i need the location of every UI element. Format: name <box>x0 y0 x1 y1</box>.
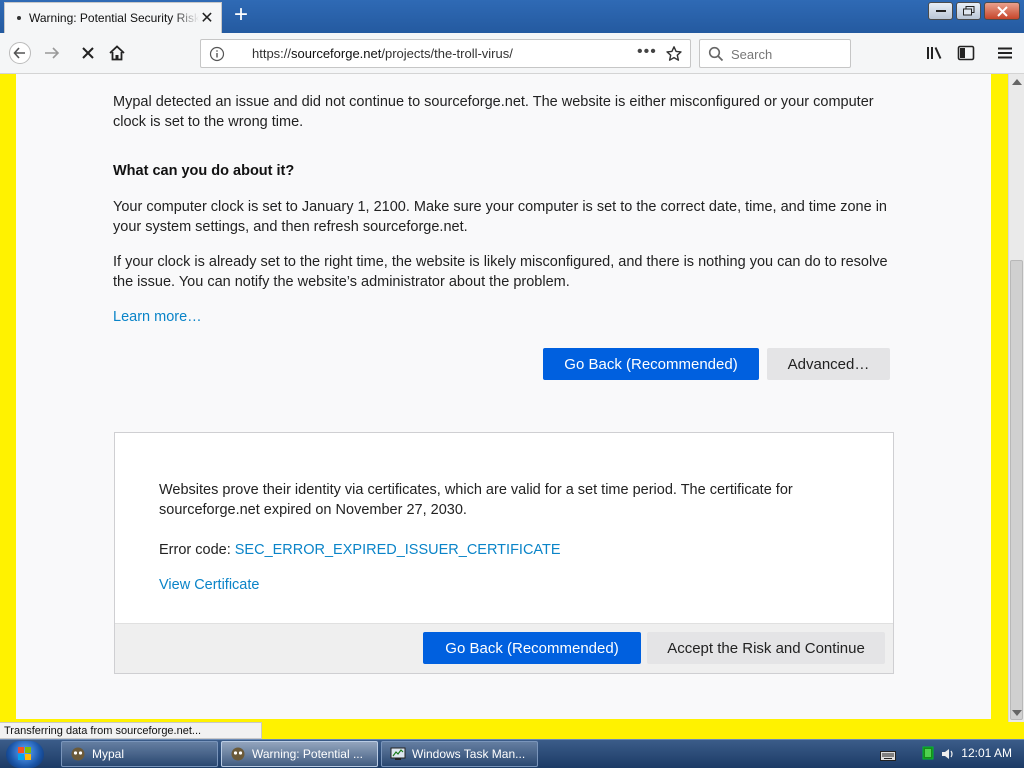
stop-icon[interactable] <box>76 41 100 65</box>
library-icon[interactable] <box>922 41 946 65</box>
error-code-label: Error code: <box>159 542 235 558</box>
info-icon[interactable] <box>209 46 225 62</box>
advanced-panel-footer: Go Back (Recommended) Accept the Risk an… <box>115 623 893 673</box>
back-icon[interactable] <box>8 41 32 65</box>
home-icon[interactable] <box>105 41 129 65</box>
advanced-panel: Websites prove their identity via certif… <box>114 432 894 674</box>
learn-more-link[interactable]: Learn more… <box>113 309 202 325</box>
intro-text: Mypal detected an issue and did not cont… <box>113 94 874 130</box>
status-bar: Transferring data from sourceforge.net..… <box>0 722 262 739</box>
taskbar-item-mypal[interactable]: Mypal <box>61 741 218 767</box>
start-button[interactable] <box>6 741 44 768</box>
highlight-border-status <box>262 722 1024 739</box>
sidebar-icon[interactable] <box>954 41 978 65</box>
hamburger-menu-icon[interactable] <box>993 41 1017 65</box>
scroll-down-icon[interactable] <box>1012 710 1022 716</box>
url-path: /projects/the-troll-virus/ <box>381 46 513 61</box>
view-certificate-link[interactable]: View Certificate <box>159 577 259 593</box>
go-back-button-panel[interactable]: Go Back (Recommended) <box>423 632 641 664</box>
section-heading: What can you do about it? <box>113 163 295 179</box>
window-controls <box>928 2 1020 20</box>
taskbar-item-label: Warning: Potential ... <box>252 747 363 761</box>
new-tab-icon[interactable]: + <box>229 3 253 28</box>
tab-title: Warning: Potential Security Risk Ahead <box>29 11 199 25</box>
taskbar-item-warning[interactable]: Warning: Potential ... <box>221 741 378 767</box>
minimize-icon[interactable] <box>928 2 953 20</box>
url-bar[interactable]: https://sourceforge.net/projects/the-tro… <box>200 39 691 68</box>
scrollbar-thumb[interactable] <box>1010 260 1023 720</box>
loading-dot-icon <box>17 16 21 20</box>
tab-strip: Warning: Potential Security Risk Ahead ✕… <box>0 0 1024 33</box>
highlight-border-left <box>0 74 16 722</box>
tab-security-warning[interactable]: Warning: Potential Security Risk Ahead ✕ <box>4 2 222 33</box>
taskbar-item-label: Mypal <box>92 747 125 761</box>
url-host: sourceforge.net <box>291 46 382 61</box>
highlight-border-right <box>991 74 1008 722</box>
bookmark-star-icon[interactable] <box>665 45 683 63</box>
task-manager-icon <box>390 746 406 762</box>
maximize-icon[interactable] <box>956 2 981 20</box>
page-content: Mypal detected an issue and did not cont… <box>0 74 1008 722</box>
forward-icon[interactable] <box>40 41 64 65</box>
url-prefix: https:// <box>252 46 292 61</box>
vertical-scrollbar[interactable] <box>1008 74 1024 722</box>
advanced-button[interactable]: Advanced… <box>767 348 890 380</box>
keyboard-icon[interactable] <box>880 749 896 764</box>
network-icon[interactable] <box>922 746 936 765</box>
error-code-line: Error code: SEC_ERROR_EXPIRED_ISSUER_CER… <box>159 540 839 560</box>
accept-risk-button[interactable]: Accept the Risk and Continue <box>647 632 885 664</box>
mypal-icon <box>70 746 86 762</box>
go-back-button[interactable]: Go Back (Recommended) <box>543 348 759 380</box>
search-input[interactable]: Search <box>731 47 772 62</box>
certificate-explanation: Websites prove their identity via certif… <box>159 482 793 518</box>
error-code-link[interactable]: SEC_ERROR_EXPIRED_ISSUER_CERTIFICATE <box>235 542 561 558</box>
taskbar-item-label: Windows Task Man... <box>412 747 526 761</box>
taskbar: Mypal Warning: Potential ... Windows Tas… <box>0 739 1024 768</box>
navigation-toolbar: https://sourceforge.net/projects/the-tro… <box>0 33 1024 74</box>
volume-icon[interactable] <box>940 746 956 765</box>
search-icon <box>708 46 724 62</box>
mypal-icon <box>230 746 246 762</box>
close-window-icon[interactable] <box>984 2 1020 20</box>
taskbar-item-task-manager[interactable]: Windows Task Man... <box>381 741 538 767</box>
system-tray: 12:01 AM <box>878 740 1024 768</box>
page-actions-icon[interactable]: ••• <box>637 43 657 61</box>
url-text[interactable]: https://sourceforge.net/projects/the-tro… <box>252 46 513 61</box>
misconfigured-text: If your clock is already set to the righ… <box>113 254 888 290</box>
close-tab-icon[interactable]: ✕ <box>199 10 215 27</box>
search-bar[interactable]: Search <box>699 39 851 68</box>
clock[interactable]: 12:01 AM <box>961 746 1012 760</box>
scroll-up-icon[interactable] <box>1012 79 1022 85</box>
clock-advice-text: Your computer clock is set to January 1,… <box>113 199 887 235</box>
